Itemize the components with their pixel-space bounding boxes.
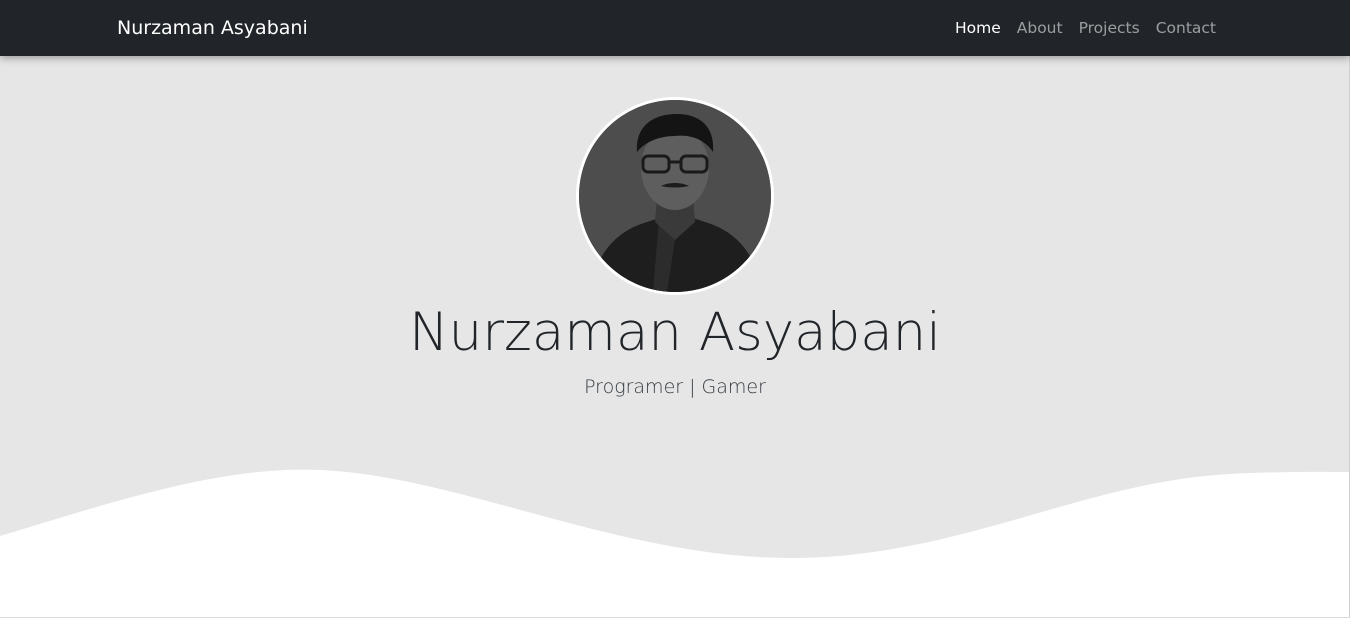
- nav-item-projects: Projects: [1071, 17, 1148, 39]
- navbar-brand[interactable]: Nurzaman Asyabani: [117, 16, 308, 40]
- nav-item-home: Home: [947, 17, 1009, 39]
- nav-links: Home About Projects Contact: [947, 17, 1224, 39]
- nav-link-about[interactable]: About: [1009, 17, 1071, 39]
- hero-title: Nurzaman Asyabani: [408, 302, 942, 363]
- hero-subtitle: Programer | Gamer: [584, 376, 766, 398]
- hero-section: Nurzaman Asyabani Programer | Gamer: [0, 56, 1350, 618]
- nav-item-contact: Contact: [1148, 17, 1224, 39]
- nav-link-home[interactable]: Home: [947, 17, 1009, 39]
- profile-photo-avatar: [576, 97, 774, 295]
- nav-link-contact[interactable]: Contact: [1148, 17, 1224, 39]
- nav-link-projects[interactable]: Projects: [1071, 17, 1148, 39]
- wave-divider: [0, 469, 1350, 618]
- person-silhouette-icon: [579, 100, 771, 292]
- top-navbar: Nurzaman Asyabani Home About Projects Co…: [0, 0, 1350, 56]
- nav-item-about: About: [1009, 17, 1071, 39]
